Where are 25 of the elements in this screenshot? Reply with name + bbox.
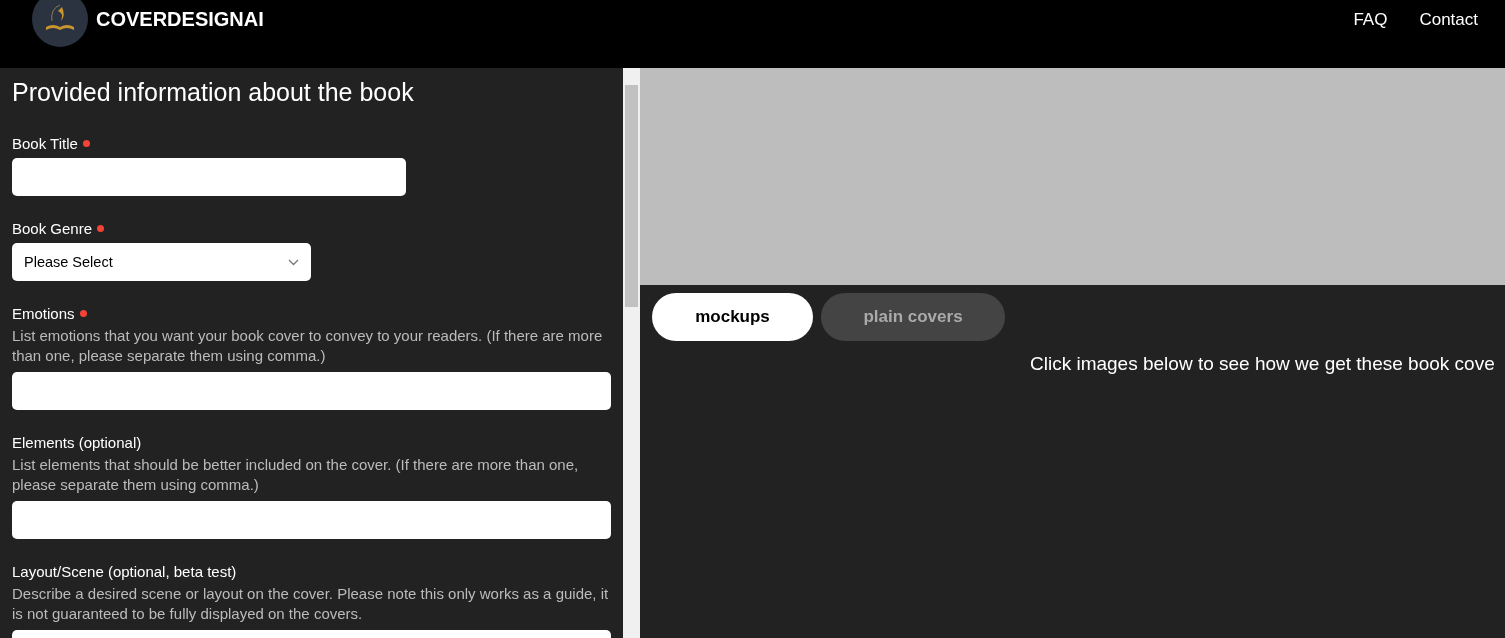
field-hint: List elements that should be better included on the cover. (If there are more than one, please separate them using comma.) [12,455,580,495]
tab[interactable]: mockups [652,293,813,341]
field-label: Book Genre [12,220,93,237]
input-field[interactable] [12,372,611,410]
tab[interactable]: plain covers [821,293,1005,341]
field-label: Elements (optional) [12,434,142,451]
required-dot [97,225,105,232]
nav-link[interactable]: Contact [1419,10,1478,30]
field-label: Book Title [12,135,78,152]
field-label: Emotions [12,305,75,322]
field-label: Layout/Scene (optional, beta test) [12,563,237,580]
input-field[interactable] [12,158,406,196]
chevron-down-icon [288,258,299,266]
genre-select[interactable]: Please Select [12,243,311,281]
instruction-text: Click images below to see how we get these book cove [1030,353,1495,374]
form-title: Provided information about the book [12,78,415,107]
required-dot [79,310,87,317]
field-hint: Describe a desired scene or layout on the cover. Please note this only works as a guide, it is not guaranteed to be fully displayed on the covers. [12,584,610,624]
nav-link[interactable]: FAQ [1353,10,1388,30]
book-logo-icon [32,0,88,47]
required-dot [82,140,90,147]
input-field[interactable] [12,501,611,539]
scrollbar-thumb[interactable] [625,85,638,307]
field-hint: List emotions that you want your book cover to convey to your readers. (If there are more than one, please separate them using comma.) [12,326,604,366]
brand-name[interactable]: COVERDESIGNAI [96,7,264,31]
